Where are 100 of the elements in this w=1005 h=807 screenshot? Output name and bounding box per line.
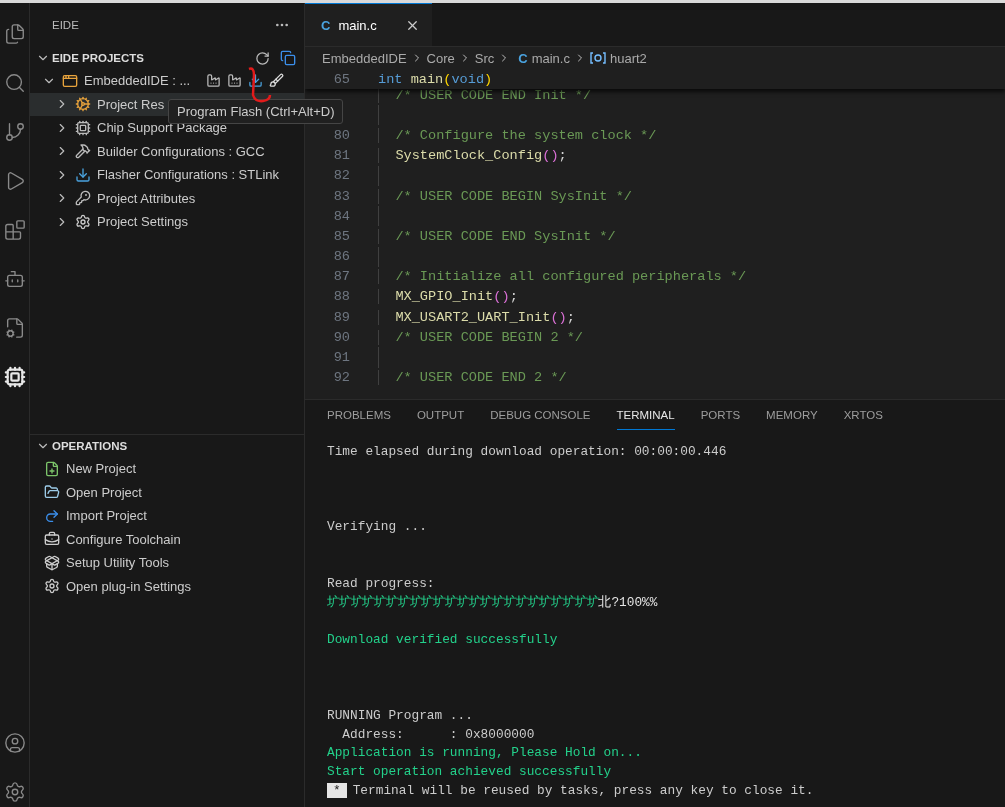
line-number: 82 — [332, 168, 350, 184]
tree-item[interactable]: Builder Configurations : GCC — [97, 143, 265, 159]
project-icon — [62, 72, 78, 89]
toolbox-icon — [44, 531, 60, 548]
line-number: 65 — [332, 71, 350, 87]
panel-tab[interactable]: OUTPUT — [416, 400, 465, 430]
line-number: 80 — [332, 127, 350, 143]
panel-tab[interactable]: PORTS — [700, 400, 741, 430]
panel-tab[interactable]: MEMORY — [766, 400, 818, 430]
tooltip: Program Flash (Ctrl+Alt+D) — [168, 99, 344, 124]
code-line: /* Configure the system clock */ — [378, 127, 657, 143]
code-line: /* USER CODE END Init */ — [378, 87, 592, 103]
breadcrumb-item[interactable]: Core — [426, 50, 455, 66]
c-file-icon: C — [518, 50, 528, 66]
code-line: SystemClock_Config(); — [378, 148, 567, 164]
hammer-icon — [75, 143, 91, 160]
folder-icon — [44, 484, 60, 501]
line-number: 90 — [332, 329, 350, 345]
blocks-icon[interactable] — [3, 219, 26, 241]
factory-icon[interactable] — [206, 73, 222, 89]
code-line: /* USER CODE END 2 */ — [378, 370, 567, 386]
terminal-line: Application is running, Please Hold on... — [327, 745, 642, 761]
tree-item[interactable]: Project Res — [97, 96, 165, 112]
gears-icon — [75, 96, 91, 113]
operation-item[interactable]: Setup Utility Tools — [66, 555, 170, 571]
settings-icon — [44, 578, 60, 595]
operation-item[interactable]: Open plug-in Settings — [66, 578, 192, 594]
download-icon[interactable] — [248, 73, 264, 89]
chip-icon — [75, 119, 91, 136]
line-number: 85 — [332, 228, 350, 244]
code-line: int main(void) — [378, 71, 493, 87]
tree-item[interactable]: Project Attributes — [97, 190, 196, 206]
gear-icon — [75, 213, 91, 230]
import-arrow-icon — [44, 507, 60, 524]
terminal-line: RUNNING Program ... — [327, 707, 473, 723]
breadcrumb-item[interactable]: main.c — [531, 50, 570, 66]
line-number: 81 — [332, 148, 350, 164]
terminal-line: Read progress: — [327, 575, 435, 591]
tree-row[interactable]: Project Settings — [30, 210, 304, 234]
code-line: MX_GPIO_Init(); — [378, 289, 518, 305]
line-number: 89 — [332, 309, 350, 325]
download-icon — [75, 166, 91, 183]
tree-row[interactable]: Builder Configurations : GCC — [30, 139, 304, 163]
file-gear-icon[interactable] — [3, 317, 26, 339]
account-icon[interactable] — [3, 732, 26, 754]
line-number: 92 — [332, 370, 350, 386]
line-number: 83 — [332, 188, 350, 204]
progress-text: 圹圹圹圹圹圹圹圹圹圹圹圹圹圹圹圹圹圹圹圹圹圹圹 — [327, 594, 599, 611]
tree-row[interactable]: Project Attributes — [30, 186, 304, 210]
robot-icon[interactable] — [3, 268, 26, 290]
terminal-line: Terminal will be reused by tasks, press any key to close it. — [352, 783, 814, 799]
breadcrumb-item[interactable]: huart2 — [609, 50, 647, 66]
panel-tab[interactable]: XRTOS — [843, 400, 883, 430]
terminal-line: Verifying ... — [327, 519, 427, 535]
operation-item[interactable]: Import Project — [66, 508, 147, 524]
terminal-line: Time elapsed during download operation: 00:00:00.446 — [327, 443, 727, 459]
tree-item[interactable]: Project Settings — [97, 214, 189, 230]
sidebar-title: EIDE — [52, 19, 79, 31]
code-line: /* USER CODE BEGIN SysInit */ — [378, 188, 632, 204]
windows-icon[interactable] — [280, 50, 296, 66]
breadcrumb-item[interactable]: EmbeddedIDE — [322, 50, 407, 66]
operation-item[interactable]: Configure Toolchain — [66, 531, 181, 547]
refresh-icon[interactable] — [255, 50, 270, 66]
terminal-line: Download verified successfully — [327, 632, 558, 648]
operation-item[interactable]: New Project — [66, 461, 137, 477]
code-line: MX_USART2_UART_Init(); — [378, 309, 575, 325]
key-icon — [75, 190, 91, 207]
package-icon — [44, 554, 60, 571]
operation-item[interactable]: Open Project — [66, 484, 142, 500]
terminal-line: Start operation achieved successfully — [327, 764, 612, 780]
editor-tab[interactable]: C main.c — [305, 3, 432, 46]
line-number: 88 — [332, 289, 350, 305]
code-line: /* USER CODE END SysInit */ — [378, 228, 616, 244]
line-number: 86 — [332, 249, 350, 265]
panel-tab[interactable]: PROBLEMS — [327, 400, 391, 430]
chip-icon[interactable] — [3, 366, 26, 388]
breadcrumb-item[interactable]: Src — [474, 50, 495, 66]
branch-icon[interactable] — [3, 121, 26, 143]
tree-item[interactable]: Flasher Configurations : STLink — [97, 167, 280, 183]
section-title[interactable]: OPERATIONS — [52, 440, 296, 452]
tree-row[interactable]: Flasher Configurations : STLink — [30, 163, 304, 187]
line-number: 84 — [332, 208, 350, 224]
panel-tab[interactable]: DEBUG CONSOLE — [490, 400, 591, 430]
progress-percent: 北?100%% — [598, 593, 658, 611]
files-icon[interactable] — [3, 23, 26, 45]
brush-icon[interactable] — [269, 73, 285, 89]
panel-tab[interactable]: TERMINAL — [616, 400, 675, 430]
c-file-icon: C — [321, 17, 331, 33]
settings-icon[interactable] — [3, 781, 26, 803]
variable-icon — [589, 52, 606, 64]
search-icon[interactable] — [3, 72, 26, 94]
line-number: 91 — [332, 350, 350, 366]
tree-item[interactable]: EmbeddedIDE : ... — [84, 73, 191, 89]
code-line: /* USER CODE BEGIN 2 */ — [378, 329, 583, 345]
code-line: /* Initialize all configured peripherals */ — [378, 269, 747, 285]
new-file-icon — [44, 460, 60, 477]
factory-icon[interactable] — [227, 73, 243, 89]
line-number: 87 — [332, 269, 350, 285]
terminal-line: Address: : 0x8000000 — [341, 726, 535, 742]
section-title[interactable]: EIDE PROJECTS — [52, 52, 253, 64]
